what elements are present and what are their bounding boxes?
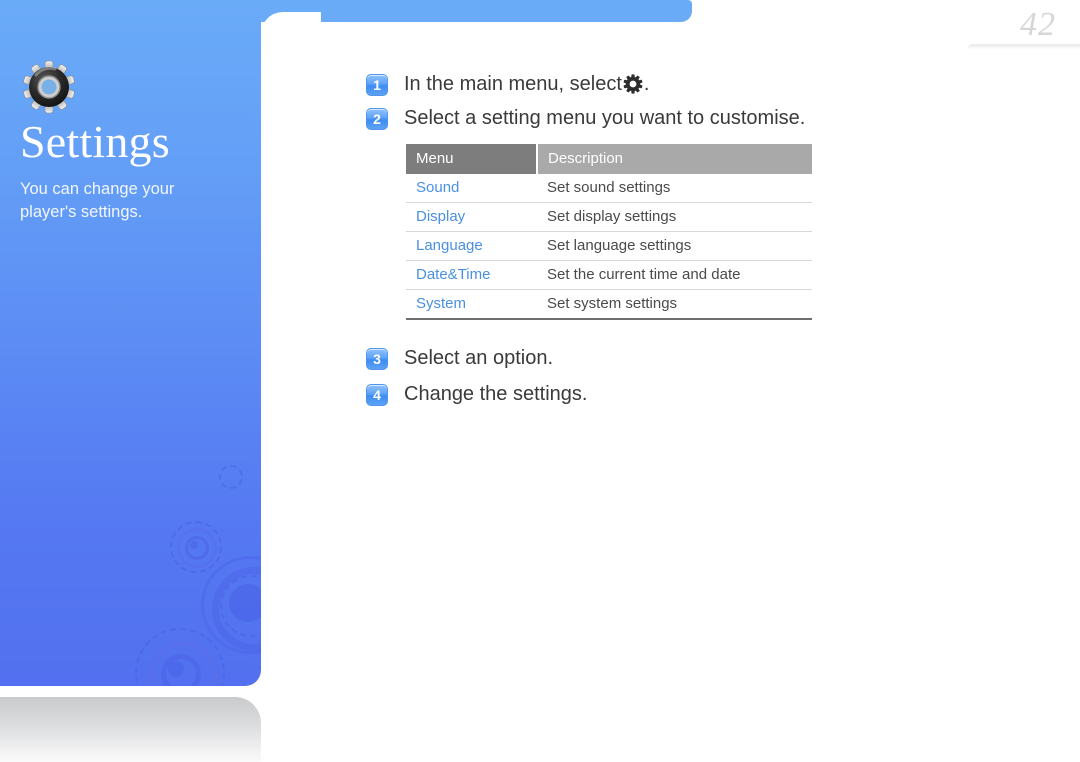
menu-link-sound[interactable]: Sound bbox=[406, 174, 537, 203]
table-row: System Set system settings bbox=[406, 290, 812, 320]
menu-link-language[interactable]: Language bbox=[406, 231, 537, 261]
decor-circle-group-3-inner bbox=[161, 654, 201, 686]
step-text-4: Change the settings. bbox=[404, 383, 588, 405]
sidebar-description: You can change your player's settings. bbox=[20, 180, 175, 221]
sidebar-corner-notch bbox=[261, 12, 321, 82]
menu-link-system[interactable]: System bbox=[406, 290, 537, 320]
step-text-1-after: . bbox=[643, 73, 650, 95]
decor-circle-group-2-dashed bbox=[220, 575, 261, 637]
column-header-menu: Menu bbox=[406, 144, 538, 174]
gear-icon bbox=[22, 60, 76, 114]
steps-lower-group: 3 Select an option. 4 Change the setting… bbox=[366, 344, 1026, 408]
main-content: 1 In the main menu, select. 2 Select a s… bbox=[366, 70, 1026, 416]
decor-circle-group-1-outer bbox=[170, 521, 222, 573]
step-text-3: Select an option. bbox=[404, 347, 553, 369]
page-number-rule bbox=[968, 44, 1080, 49]
step-badge-3: 3 bbox=[366, 348, 388, 370]
decor-circle-group-2-outer bbox=[201, 556, 261, 654]
decor-circle-group-1-dot bbox=[190, 541, 198, 549]
table-row: Sound Set sound settings bbox=[406, 174, 812, 203]
decor-small-dashed-circle bbox=[219, 465, 243, 489]
column-header-description: Description bbox=[537, 144, 812, 174]
step-item-1: 1 In the main menu, select. bbox=[366, 70, 1026, 98]
decor-circle-group-3-outer bbox=[135, 628, 225, 686]
decor-circle-group-2-ring bbox=[212, 567, 261, 651]
menu-desc-language: Set language settings bbox=[537, 231, 812, 261]
decor-circle-group-2-dot bbox=[229, 584, 261, 622]
step-text-1-before: In the main menu, select bbox=[404, 73, 622, 95]
decor-circle-group-3-dot bbox=[168, 661, 184, 677]
decor-circle-group-1-mid bbox=[177, 528, 217, 568]
menu-desc-system: Set system settings bbox=[547, 295, 678, 312]
gear-icon bbox=[623, 74, 643, 94]
step-item-3: 3 Select an option. bbox=[366, 344, 1026, 372]
table-row: Display Set display settings bbox=[406, 202, 812, 232]
menu-desc-sound: Set sound settings bbox=[537, 174, 812, 203]
menu-desc-date-time: Set the current time and date bbox=[537, 260, 812, 290]
decor-circle-group-1-inner bbox=[185, 536, 209, 560]
decor-circle-group-3-ring bbox=[148, 641, 218, 686]
step-badge-1: 1 bbox=[366, 74, 388, 96]
step-badge-4: 4 bbox=[366, 384, 388, 406]
menu-link-display[interactable]: Display bbox=[406, 202, 537, 232]
bottom-footer-panel bbox=[0, 697, 261, 762]
step-text-1: In the main menu, select. bbox=[404, 70, 649, 98]
sidebar-panel: Settings You can change your player's se… bbox=[0, 0, 261, 686]
table-row: Language Set language settings bbox=[406, 231, 812, 261]
step-item-4: 4 Change the settings. bbox=[366, 380, 1026, 408]
page-title: Settings bbox=[20, 116, 170, 167]
table-row: Date&Time Set the current time and date bbox=[406, 260, 812, 290]
step-badge-2: 2 bbox=[366, 108, 388, 130]
menu-desc-display: Set display settings bbox=[537, 202, 812, 232]
step-item-2: 2 Select a setting menu you want to cust… bbox=[366, 104, 1026, 132]
page-number: 42 bbox=[1020, 6, 1056, 43]
step-text-2: Select a setting menu you want to custom… bbox=[404, 107, 806, 129]
settings-menu-table: Menu Description Sound Set sound setting… bbox=[406, 144, 812, 320]
table-header-row: Menu Description bbox=[406, 144, 812, 174]
menu-link-date-time[interactable]: Date&Time bbox=[406, 260, 537, 290]
